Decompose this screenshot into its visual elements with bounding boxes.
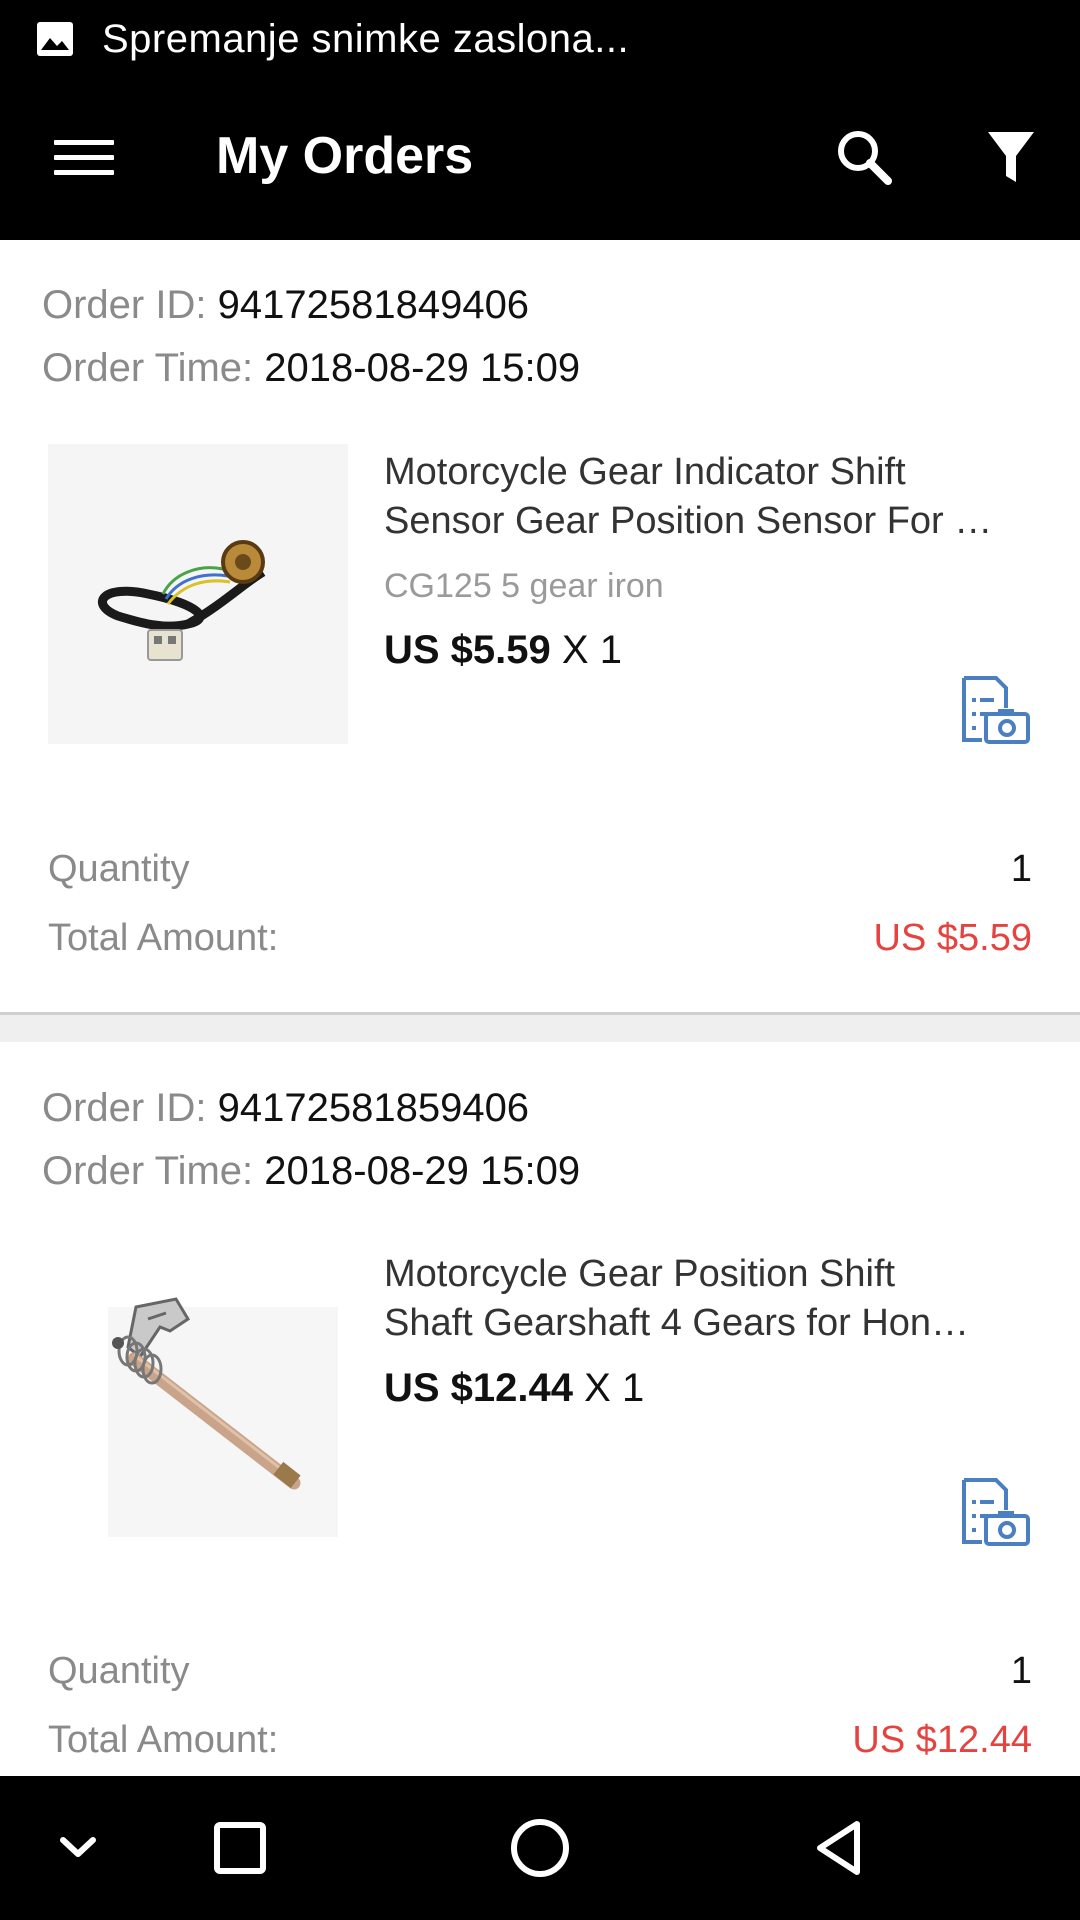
home-icon[interactable] xyxy=(500,1808,580,1888)
product-image[interactable] xyxy=(48,444,348,744)
order-card: Order ID: 94172581849406 Order Time: 201… xyxy=(0,240,1080,1012)
order-snapshot-icon[interactable] xyxy=(958,1474,1032,1548)
page-title: My Orders xyxy=(216,127,474,185)
search-icon[interactable] xyxy=(830,124,900,194)
menu-icon[interactable] xyxy=(46,130,118,186)
chevron-down-icon[interactable] xyxy=(38,1808,118,1888)
order-id-label: Order ID: xyxy=(42,1086,207,1130)
product-price: US $5.59 xyxy=(384,628,551,672)
order-snapshot-icon[interactable] xyxy=(958,672,1032,746)
product-qty: X 1 xyxy=(584,1366,645,1410)
product-image[interactable] xyxy=(48,1247,348,1547)
orders-list[interactable]: Order ID: 94172581849406 Order Time: 201… xyxy=(0,240,1080,1776)
total-amount-label: Total Amount: xyxy=(48,1719,279,1761)
quantity-label: Quantity xyxy=(48,848,190,890)
order-time-value: 2018-08-29 15:09 xyxy=(264,1149,581,1193)
order-id-value: 94172581849406 xyxy=(217,283,530,327)
filter-icon[interactable] xyxy=(976,124,1046,194)
order-id-label: Order ID: xyxy=(42,283,207,327)
system-nav-bar xyxy=(0,1776,1080,1920)
order-time-label: Order Time: xyxy=(42,1149,254,1193)
order-id-row: Order ID: 94172581849406 xyxy=(42,274,529,336)
total-amount-value: US $12.44 xyxy=(852,1719,1032,1761)
order-card: Order ID: 94172581859406 Order Time: 201… xyxy=(0,1042,1080,1776)
product-price-row: US $12.44 X 1 xyxy=(384,1366,644,1411)
total-amount-row: Total Amount: US $5.59 xyxy=(48,917,1032,960)
motorcycle-gear-sensor-image xyxy=(48,444,348,744)
quantity-value: 1 xyxy=(1010,1650,1032,1692)
order-time-label: Order Time: xyxy=(42,346,254,390)
quantity-label: Quantity xyxy=(48,1650,190,1692)
product-price-row: US $5.59 X 1 xyxy=(384,628,622,673)
quantity-row: Quantity 1 xyxy=(48,1650,1032,1693)
total-amount-row: Total Amount: US $12.44 xyxy=(48,1719,1032,1762)
order-id-row: Order ID: 94172581859406 xyxy=(42,1077,529,1139)
status-notification-text: Spremanje snimke zaslona... xyxy=(102,16,630,61)
image-icon xyxy=(36,21,74,57)
quantity-row: Quantity 1 xyxy=(48,848,1032,891)
gear-shift-shaft-image xyxy=(48,1247,348,1547)
total-amount-label: Total Amount: xyxy=(48,917,279,959)
quantity-value: 1 xyxy=(1010,848,1032,890)
product-title[interactable]: Motorcycle Gear Indicator Shift Sensor G… xyxy=(384,448,1034,546)
product-variant: CG125 5 gear iron xyxy=(384,567,664,605)
order-divider xyxy=(0,1012,1080,1042)
order-time-value: 2018-08-29 15:09 xyxy=(264,346,581,390)
total-amount-value: US $5.59 xyxy=(873,917,1032,959)
product-price: US $12.44 xyxy=(384,1366,574,1410)
order-time-row: Order Time: 2018-08-29 15:09 xyxy=(42,1140,580,1202)
status-bar: Spremanje snimke zaslona... xyxy=(0,0,1080,78)
order-id-value: 94172581859406 xyxy=(217,1086,530,1130)
product-title[interactable]: Motorcycle Gear Position Shift Shaft Gea… xyxy=(384,1250,1034,1348)
back-icon[interactable] xyxy=(800,1808,880,1888)
app-bar: My Orders xyxy=(0,78,1080,240)
product-qty: X 1 xyxy=(561,628,622,672)
recents-icon[interactable] xyxy=(200,1808,280,1888)
order-time-row: Order Time: 2018-08-29 15:09 xyxy=(42,337,580,399)
